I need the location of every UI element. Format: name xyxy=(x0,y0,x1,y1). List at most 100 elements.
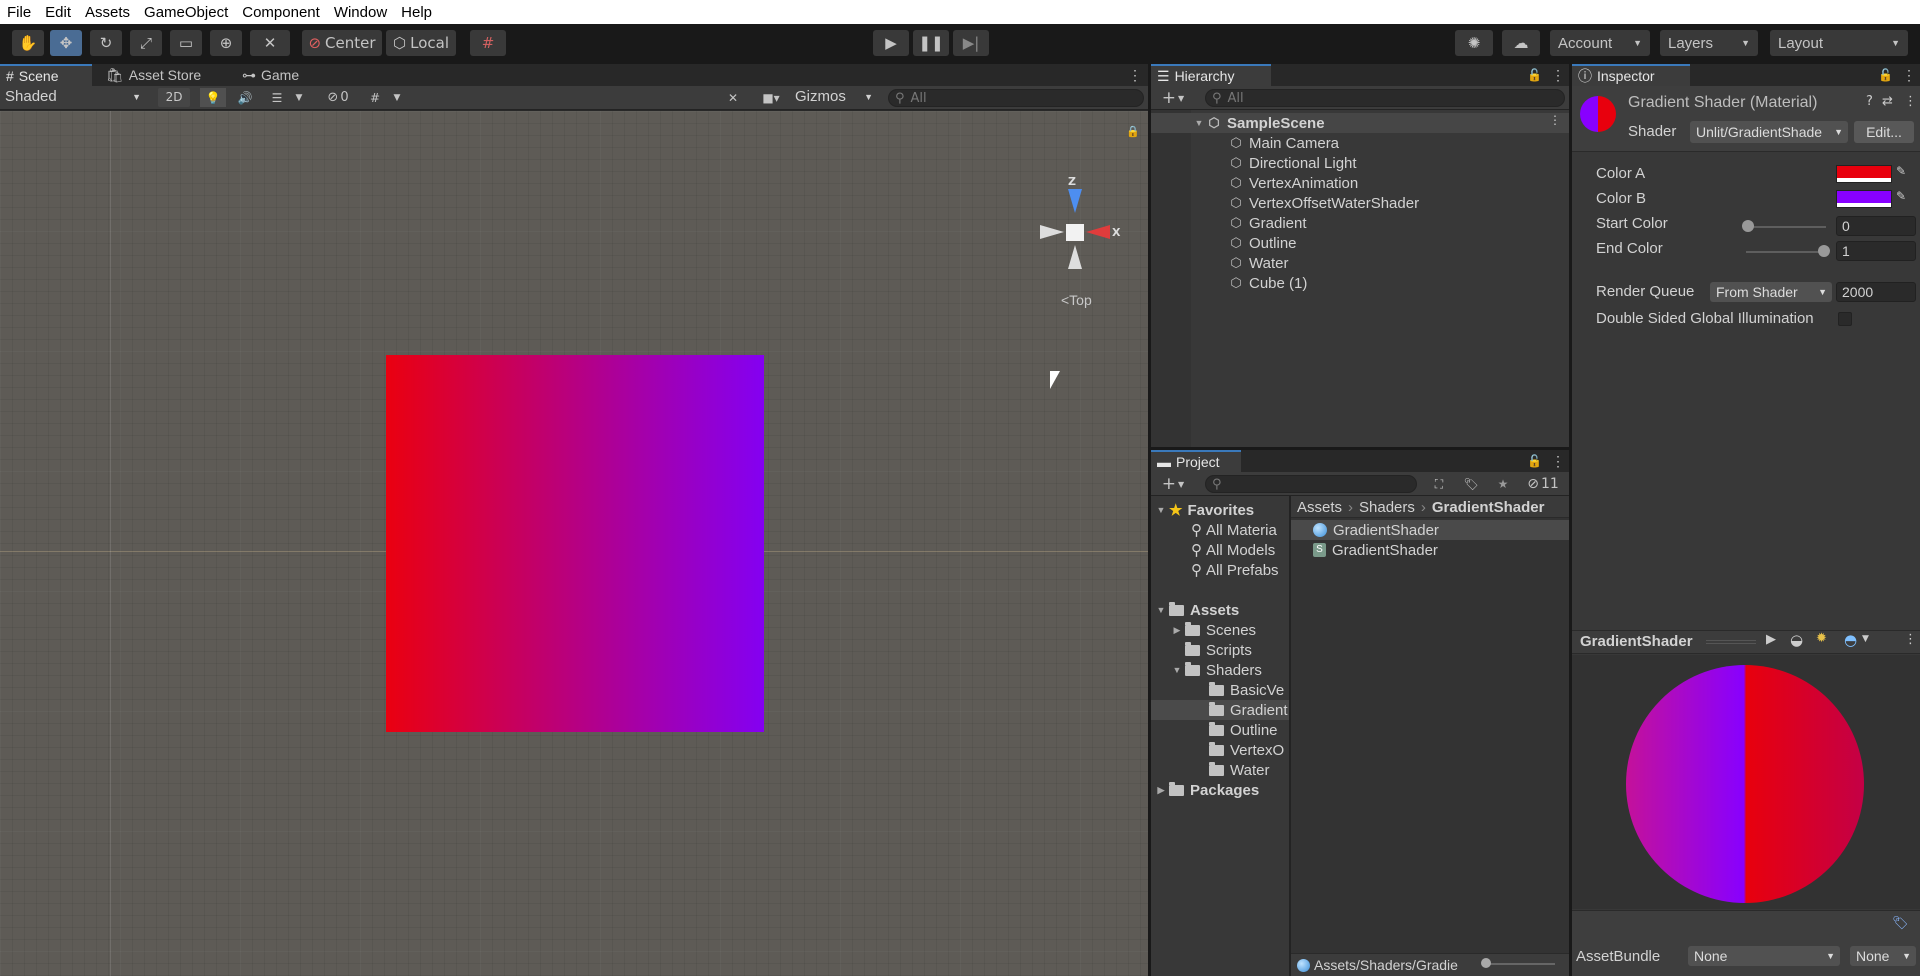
effects-dropdown-icon[interactable]: ▼ xyxy=(292,88,306,107)
favorite-item[interactable]: ⚲ All Materia xyxy=(1191,520,1277,540)
cloud-icon[interactable]: ☁ xyxy=(1502,30,1540,56)
view-mode-label[interactable]: <Top xyxy=(1061,292,1092,308)
shader-dropdown[interactable]: Unlit/GradientShadе ▼ xyxy=(1690,121,1848,143)
hierarchy-item[interactable]: ⬡ Water xyxy=(1229,253,1288,273)
pivot-center-button[interactable]: ⊘ Center xyxy=(302,30,382,56)
end-color-input[interactable]: 1 xyxy=(1836,241,1916,261)
tab-hierarchy[interactable]: ☰ Hierarchy xyxy=(1151,64,1271,86)
grid-dropdown-icon[interactable]: ▼ xyxy=(390,88,404,107)
pause-button[interactable]: ❚❚ xyxy=(913,30,949,56)
icon-size-slider-track[interactable] xyxy=(1485,963,1555,965)
preview-sphere-icon[interactable]: ◓ xyxy=(1844,631,1857,649)
gizmo-center-cube[interactable] xyxy=(1066,224,1084,241)
preview-light-icon[interactable]: ✹ xyxy=(1816,631,1827,646)
inspector-lock-icon[interactable]: 🔓 xyxy=(1872,64,1893,86)
color-b-field[interactable] xyxy=(1836,190,1892,208)
hierarchy-add-icon[interactable]: + ▼ xyxy=(1157,88,1189,108)
menu-help[interactable]: Help xyxy=(394,4,439,21)
preview-mesh-icon[interactable]: ◒ xyxy=(1790,631,1803,649)
gizmo-z-arrow[interactable] xyxy=(1068,189,1082,213)
move-tool-icon[interactable]: ✥ xyxy=(50,30,82,56)
folder-item[interactable]: Scripts xyxy=(1185,640,1252,660)
start-color-slider-track[interactable] xyxy=(1746,226,1826,228)
preview-more-icon[interactable]: ⋮ xyxy=(1904,632,1917,647)
project-add-icon[interactable]: + ▼ xyxy=(1157,474,1189,494)
inspector-more-icon[interactable]: ⋮ xyxy=(1896,64,1916,86)
layers-dropdown[interactable]: Layers xyxy=(1660,30,1758,56)
audio-toggle-icon[interactable]: 🔊 xyxy=(232,88,258,107)
chevron-down-icon[interactable]: ▼ xyxy=(1862,634,1869,644)
gizmo-lock-icon[interactable]: 🔒 xyxy=(1126,125,1140,138)
eyedropper-icon[interactable]: ✎ xyxy=(1896,164,1906,178)
pivot-local-button[interactable]: ⬡ Local xyxy=(386,30,456,56)
scene-viewport[interactable]: Z X 🔒 <Top xyxy=(0,111,1148,976)
preview-drag-handle[interactable] xyxy=(1706,640,1756,644)
tab-game[interactable]: ⊶ Game xyxy=(236,64,316,86)
menu-edit[interactable]: Edit xyxy=(38,4,78,21)
search-by-label-icon[interactable]: 🏷 xyxy=(1459,474,1483,494)
hierarchy-search-input[interactable]: ⚲ All xyxy=(1205,89,1565,107)
scene-more-icon[interactable]: ⋮ xyxy=(1549,113,1561,127)
shading-mode-dropdown[interactable]: Shaded ▼ xyxy=(5,88,147,105)
label-tag-icon[interactable]: 🏷 xyxy=(1892,916,1909,931)
hand-tool-icon[interactable]: ✋ xyxy=(12,30,44,56)
menu-component[interactable]: Component xyxy=(235,4,327,21)
collapse-arrow-icon[interactable]: ▼ xyxy=(1193,118,1205,128)
folder-item[interactable]: ▶ Scenes xyxy=(1171,620,1256,640)
effects-toggle-icon[interactable]: ☰ xyxy=(264,88,290,107)
subfolder-item[interactable]: Water xyxy=(1209,760,1269,780)
subfolder-item[interactable]: BasicVe xyxy=(1209,680,1284,700)
camera-dropdown-icon[interactable]: ■▾ xyxy=(754,88,788,107)
icon-size-slider-handle[interactable] xyxy=(1481,958,1491,968)
start-color-input[interactable]: 0 xyxy=(1836,216,1916,236)
hierarchy-item[interactable]: ⬡ Directional Light xyxy=(1229,153,1356,173)
assets-row[interactable]: ▼ Assets xyxy=(1155,600,1239,620)
end-color-slider-track[interactable] xyxy=(1746,251,1826,253)
2d-toggle[interactable]: 2D xyxy=(158,88,190,107)
tools-icon[interactable]: ✕ xyxy=(720,88,746,107)
favorites-row[interactable]: ▼ ★ Favorites xyxy=(1155,500,1255,520)
grid-snap-icon[interactable]: # xyxy=(470,30,506,56)
hidden-packages-toggle[interactable]: ⊘ 11 xyxy=(1521,474,1565,494)
color-a-field[interactable] xyxy=(1836,165,1892,183)
project-lock-icon[interactable]: 🔓 xyxy=(1521,450,1542,472)
hierarchy-item[interactable]: ⬡ Cube (1) xyxy=(1229,273,1307,293)
gizmo-neg-x-arrow[interactable] xyxy=(1040,225,1064,239)
transform-tool-icon[interactable]: ⊕ xyxy=(210,30,242,56)
hierarchy-more-icon[interactable]: ⋮ xyxy=(1545,64,1565,86)
menu-window[interactable]: Window xyxy=(327,4,394,21)
preset-icon[interactable]: ⇄ xyxy=(1882,94,1893,109)
subfolder-item-selected[interactable]: Gradient xyxy=(1209,700,1288,720)
gizmo-neg-z-arrow[interactable] xyxy=(1068,245,1082,269)
favorite-item[interactable]: ⚲ All Prefabs xyxy=(1191,560,1279,580)
rect-tool-icon[interactable]: ▭ xyxy=(170,30,202,56)
eyedropper-icon[interactable]: ✎ xyxy=(1896,189,1906,203)
start-color-slider-handle[interactable] xyxy=(1742,220,1754,232)
render-queue-dropdown[interactable]: From Shader ▼ xyxy=(1710,282,1832,302)
tab-scene[interactable]: # Scene xyxy=(0,64,92,86)
help-icon[interactable]: ? xyxy=(1866,94,1873,109)
account-dropdown[interactable]: Account xyxy=(1550,30,1650,56)
render-queue-input[interactable]: 2000 xyxy=(1836,282,1916,302)
subfolder-item[interactable]: VertexO xyxy=(1209,740,1284,760)
project-more-icon[interactable]: ⋮ xyxy=(1545,450,1565,472)
menu-assets[interactable]: Assets xyxy=(78,4,137,21)
breadcrumb-shaders[interactable]: Shaders xyxy=(1359,499,1415,516)
lighting-toggle-icon[interactable]: 💡 xyxy=(200,88,226,107)
hierarchy-item[interactable]: ⬡ Gradient xyxy=(1229,213,1306,233)
hierarchy-item[interactable]: ⬡ VertexAnimation xyxy=(1229,173,1358,193)
favorite-item[interactable]: ⚲ All Models xyxy=(1191,540,1275,560)
search-by-type-icon[interactable]: ⛶ xyxy=(1427,474,1451,494)
menu-gameobject[interactable]: GameObject xyxy=(137,4,235,21)
scene-more-icon[interactable]: ⋮ xyxy=(1122,64,1142,86)
preview-play-icon[interactable]: ▶ xyxy=(1766,632,1776,647)
rotate-tool-icon[interactable]: ↻ xyxy=(90,30,122,56)
breadcrumb-current[interactable]: GradientShader xyxy=(1432,499,1545,516)
component-more-icon[interactable]: ⋮ xyxy=(1904,94,1917,109)
project-search-input[interactable]: ⚲ xyxy=(1205,475,1417,493)
subfolder-item[interactable]: Outline xyxy=(1209,720,1278,740)
scene-orientation-gizmo[interactable]: Z X xyxy=(1040,169,1120,289)
tab-project[interactable]: ▬ Project xyxy=(1151,450,1241,472)
material-preview-sphere[interactable] xyxy=(1626,665,1864,903)
tab-asset-store[interactable]: 🛍 Asset Store xyxy=(100,64,218,86)
